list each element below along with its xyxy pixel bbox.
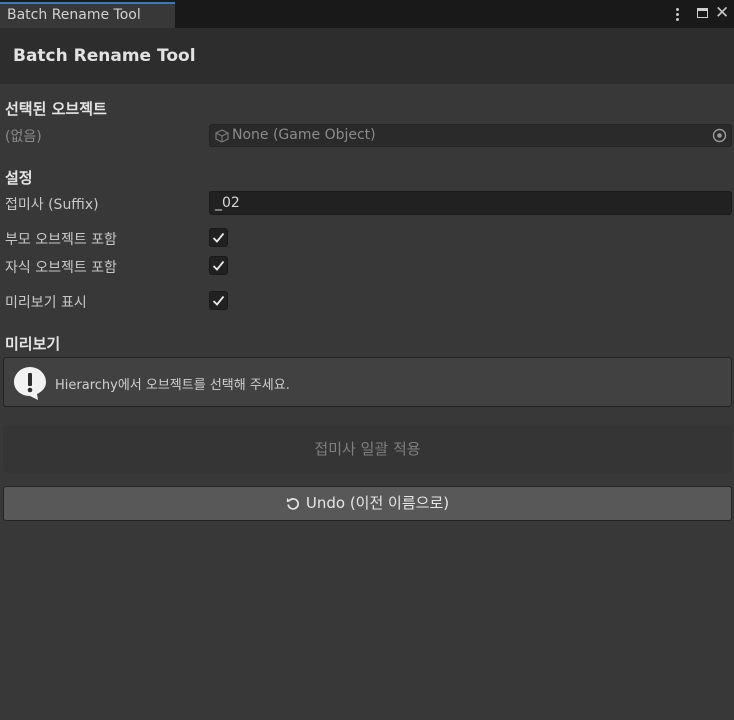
- undo-label: Undo (이전 이름으로): [305, 494, 450, 512]
- tool-title: Batch Rename Tool: [13, 46, 196, 66]
- cube-icon: [215, 129, 229, 143]
- settings-section-title: 설정: [5, 169, 33, 187]
- help-message: Hierarchy에서 오브젝트를 선택해 주세요.: [55, 378, 290, 393]
- tool-header: Batch Rename Tool: [0, 28, 734, 84]
- preview-section-title: 미리보기: [5, 335, 61, 353]
- close-icon[interactable]: ✕: [715, 5, 731, 23]
- selected-object-section-title: 선택된 오브젝트: [5, 100, 107, 118]
- window-tab-bar: Batch Rename Tool ✕: [0, 0, 734, 28]
- help-box: Hierarchy에서 오브젝트를 선택해 주세요.: [3, 357, 732, 407]
- maximize-icon[interactable]: [696, 5, 710, 23]
- checkmark-icon: [212, 232, 225, 243]
- undo-icon: [286, 498, 299, 510]
- window-tab-label: Batch Rename Tool: [7, 7, 141, 23]
- kebab-menu-icon[interactable]: [672, 5, 684, 23]
- selected-object-value: None (Game Object): [232, 127, 376, 143]
- include-children-checkbox[interactable]: [209, 256, 228, 275]
- window-tab[interactable]: Batch Rename Tool: [0, 2, 175, 28]
- include-parent-label: 부모 오브젝트 포함: [5, 232, 117, 248]
- apply-suffix-label: 접미사 일괄 적용: [314, 440, 421, 458]
- undo-button[interactable]: Undo (이전 이름으로): [3, 486, 732, 521]
- selected-object-field[interactable]: None (Game Object): [209, 124, 732, 147]
- apply-suffix-button[interactable]: 접미사 일괄 적용: [3, 425, 732, 473]
- selected-object-label: (없음): [5, 129, 42, 145]
- include-parent-checkbox[interactable]: [209, 228, 228, 247]
- warning-bubble-icon: [14, 367, 46, 400]
- checkmark-icon: [212, 260, 225, 271]
- suffix-input[interactable]: _02: [209, 191, 732, 215]
- include-children-label: 자식 오브젝트 포함: [5, 260, 117, 276]
- show-preview-checkbox[interactable]: [209, 291, 228, 310]
- object-picker-icon[interactable]: [712, 128, 727, 143]
- checkmark-icon: [212, 295, 225, 306]
- suffix-label: 접미사 (Suffix): [5, 197, 99, 213]
- show-preview-label: 미리보기 표시: [5, 295, 87, 311]
